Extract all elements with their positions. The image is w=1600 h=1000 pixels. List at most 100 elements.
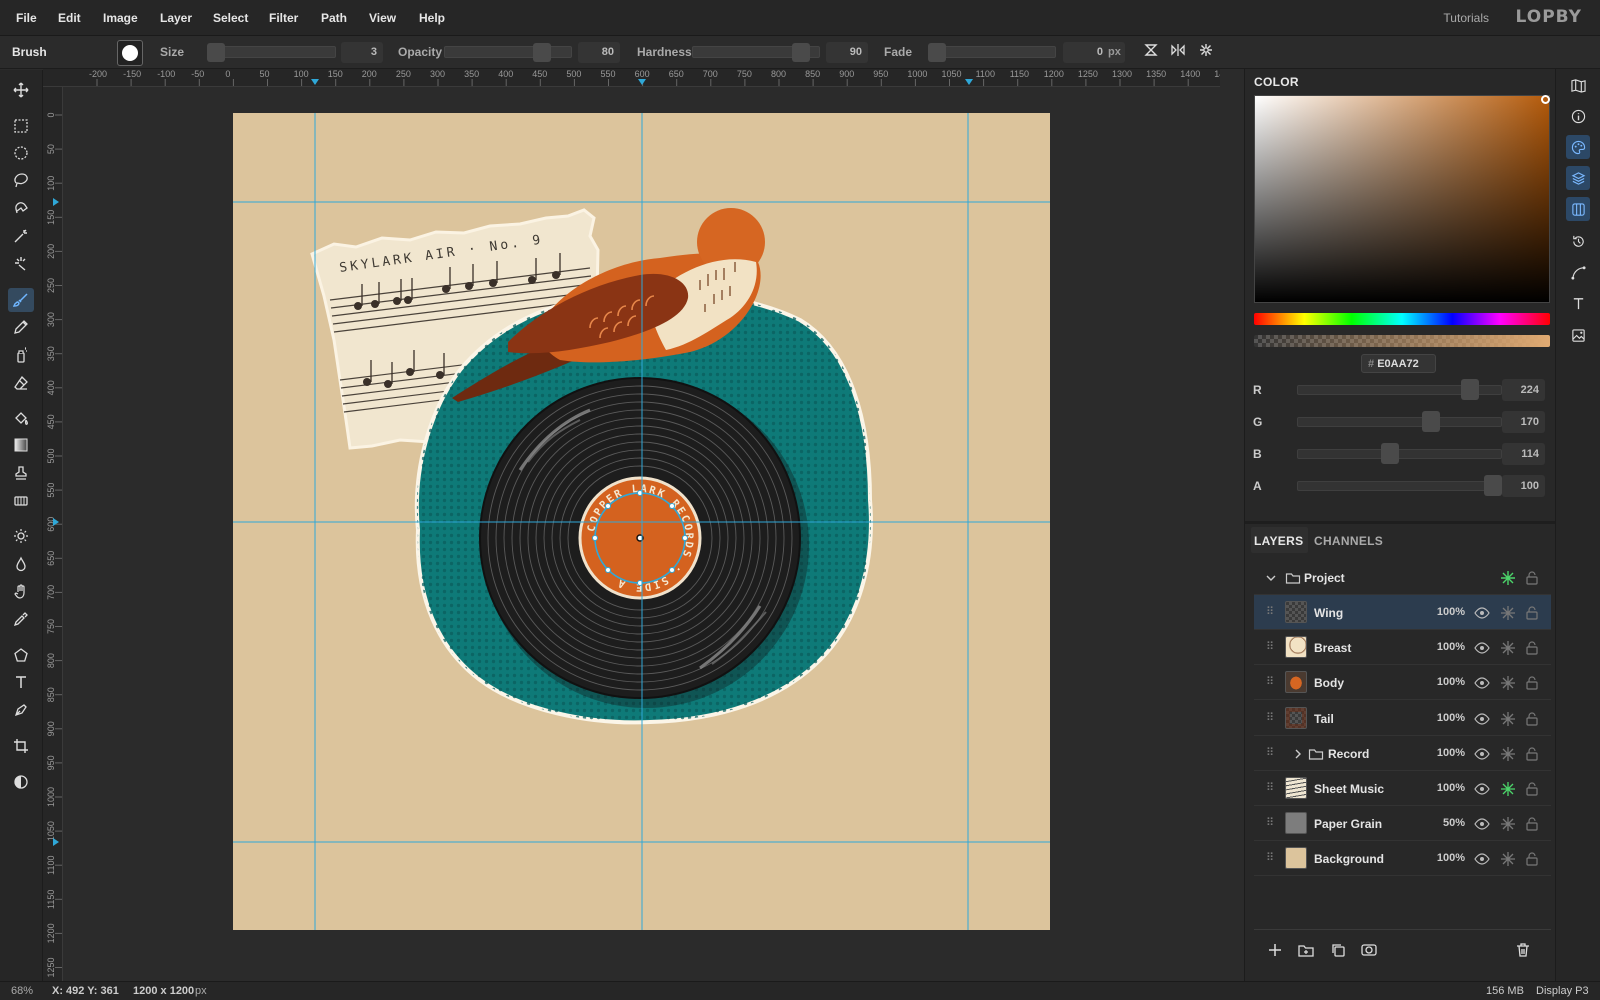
channel-slider-knob[interactable] — [1461, 379, 1480, 400]
menu-filter[interactable]: Filter — [269, 11, 298, 25]
menu-file[interactable]: File — [16, 11, 37, 25]
layer-row[interactable]: ⠿ Wing 100% — [1254, 595, 1551, 630]
tutorials-link[interactable]: Tutorials — [1443, 11, 1489, 25]
channel-slider-knob[interactable] — [1484, 475, 1502, 496]
tab-layers[interactable]: LAYERS — [1254, 534, 1303, 548]
paths-button[interactable] — [1566, 260, 1590, 284]
move-tool[interactable] — [8, 78, 34, 102]
horizontal-ruler[interactable]: -200 -150 -100 -50 0 50 100 150 200 250 300 350 400 4… — [43, 69, 1220, 87]
size-slider-knob[interactable] — [207, 43, 225, 62]
brush-tool[interactable] — [8, 288, 34, 312]
layer-group-project[interactable]: Project — [1254, 560, 1551, 595]
patch-tool[interactable] — [8, 489, 34, 513]
vertical-ruler[interactable]: 0 50 100 150 200 250 300 350 400 450 500 550 600 650 7… — [43, 87, 63, 982]
layer-row[interactable]: ⠿ Tail 100% — [1254, 701, 1551, 736]
eye-icon[interactable] — [1474, 640, 1490, 656]
menu-path[interactable]: Path — [321, 11, 347, 25]
opacity-value[interactable]: 80 — [578, 42, 620, 63]
eye-icon[interactable] — [1474, 605, 1490, 621]
shape-tool[interactable] — [8, 643, 34, 667]
channel-slider[interactable] — [1297, 481, 1502, 491]
character-button[interactable] — [1566, 291, 1590, 315]
guide-marker[interactable] — [638, 79, 646, 85]
history-button[interactable] — [1566, 229, 1590, 253]
fx-icon[interactable] — [1500, 675, 1516, 691]
hex-input[interactable]: # E0AA72 — [1361, 354, 1436, 373]
menu-edit[interactable]: Edit — [58, 11, 81, 25]
text-tool[interactable] — [8, 670, 34, 694]
magic-wand-tool[interactable] — [8, 224, 34, 248]
color-field-cursor[interactable] — [1541, 95, 1550, 104]
lock-icon[interactable] — [1524, 711, 1540, 727]
brush-tip-preview[interactable] — [117, 40, 143, 66]
size-value[interactable]: 3 — [341, 42, 383, 63]
channel-value[interactable]: 170 — [1502, 411, 1545, 433]
fx-icon[interactable] — [1500, 640, 1516, 656]
layer-opacity[interactable]: 100% — [1437, 712, 1465, 724]
add-layer-icon[interactable] — [1266, 941, 1284, 959]
info-button[interactable] — [1566, 104, 1590, 128]
chevron-right-icon[interactable] — [1290, 746, 1306, 762]
guide-marker[interactable] — [311, 79, 319, 85]
drag-handle-icon[interactable]: ⠿ — [1266, 640, 1274, 654]
drag-handle-icon[interactable]: ⠿ — [1266, 675, 1274, 689]
artwork-canvas[interactable]: SKYLARK AIR · No. 9 COPPER LARK RECORDS … — [63, 87, 1220, 982]
hardness-slider-knob[interactable] — [792, 43, 810, 62]
channel-value[interactable]: 114 — [1502, 443, 1545, 465]
canvas-viewport[interactable]: SKYLARK AIR · No. 9 COPPER LARK RECORDS … — [63, 87, 1220, 982]
layers-panel-button[interactable] — [1566, 166, 1590, 190]
smudge-tool[interactable] — [8, 579, 34, 603]
layer-row[interactable]: ⠿ Sheet Music 100% — [1254, 771, 1551, 806]
channel-slider[interactable] — [1297, 417, 1502, 427]
pressure-size-icon[interactable] — [1142, 42, 1160, 62]
alpha-slider[interactable] — [1254, 335, 1550, 347]
fx-active-icon[interactable] — [1500, 570, 1516, 586]
lock-icon[interactable] — [1524, 816, 1540, 832]
lock-icon[interactable] — [1524, 675, 1540, 691]
eye-icon[interactable] — [1474, 851, 1490, 867]
saturation-value-field[interactable] — [1254, 95, 1550, 303]
color-panel-button[interactable] — [1566, 135, 1590, 159]
lasso-tool[interactable] — [8, 168, 34, 192]
layer-row[interactable]: ⠿ Background 100% — [1254, 841, 1551, 877]
eye-icon[interactable] — [1474, 711, 1490, 727]
fx-icon[interactable] — [1500, 746, 1516, 762]
ellipse-select-tool[interactable] — [8, 141, 34, 165]
chevron-down-icon[interactable] — [1263, 570, 1279, 586]
opacity-slider[interactable] — [444, 46, 572, 58]
pencil-tool[interactable] — [8, 315, 34, 339]
layer-opacity[interactable]: 100% — [1437, 747, 1465, 759]
fill-tool[interactable] — [8, 406, 34, 430]
fx-icon[interactable] — [1500, 851, 1516, 867]
eye-icon[interactable] — [1474, 781, 1490, 797]
channel-slider-knob[interactable] — [1421, 411, 1440, 432]
lock-icon[interactable] — [1524, 781, 1540, 797]
lock-icon[interactable] — [1524, 746, 1540, 762]
trash-icon[interactable] — [1514, 941, 1532, 959]
image-adjust-button[interactable] — [1566, 323, 1590, 347]
eye-icon[interactable] — [1474, 675, 1490, 691]
eye-icon[interactable] — [1474, 746, 1490, 762]
lock-icon[interactable] — [1524, 640, 1540, 656]
menu-layer[interactable]: Layer — [160, 11, 192, 25]
layer-opacity[interactable]: 100% — [1437, 606, 1465, 618]
fx-icon[interactable] — [1500, 781, 1516, 797]
drag-handle-icon[interactable]: ⠿ — [1266, 746, 1274, 760]
gradient-tool[interactable] — [8, 433, 34, 457]
mandala-icon[interactable] — [1197, 42, 1215, 62]
color-profile[interactable]: Display P3 — [1536, 985, 1589, 997]
layer-mask-icon[interactable] — [1360, 941, 1378, 959]
drag-handle-icon[interactable]: ⠿ — [1266, 816, 1274, 830]
layer-opacity[interactable]: 100% — [1437, 852, 1465, 864]
eraser-tool[interactable] — [8, 371, 34, 395]
hue-slider[interactable] — [1254, 313, 1550, 325]
menu-help[interactable]: Help — [419, 11, 445, 25]
pen-tool[interactable] — [8, 698, 34, 722]
menu-image[interactable]: Image — [103, 11, 138, 25]
channel-slider[interactable] — [1297, 449, 1502, 459]
new-folder-icon[interactable] — [1297, 941, 1315, 959]
drag-handle-icon[interactable]: ⠿ — [1266, 605, 1274, 619]
fx-icon[interactable] — [1500, 711, 1516, 727]
eyedropper-tool[interactable] — [8, 607, 34, 631]
fx-icon[interactable] — [1500, 816, 1516, 832]
